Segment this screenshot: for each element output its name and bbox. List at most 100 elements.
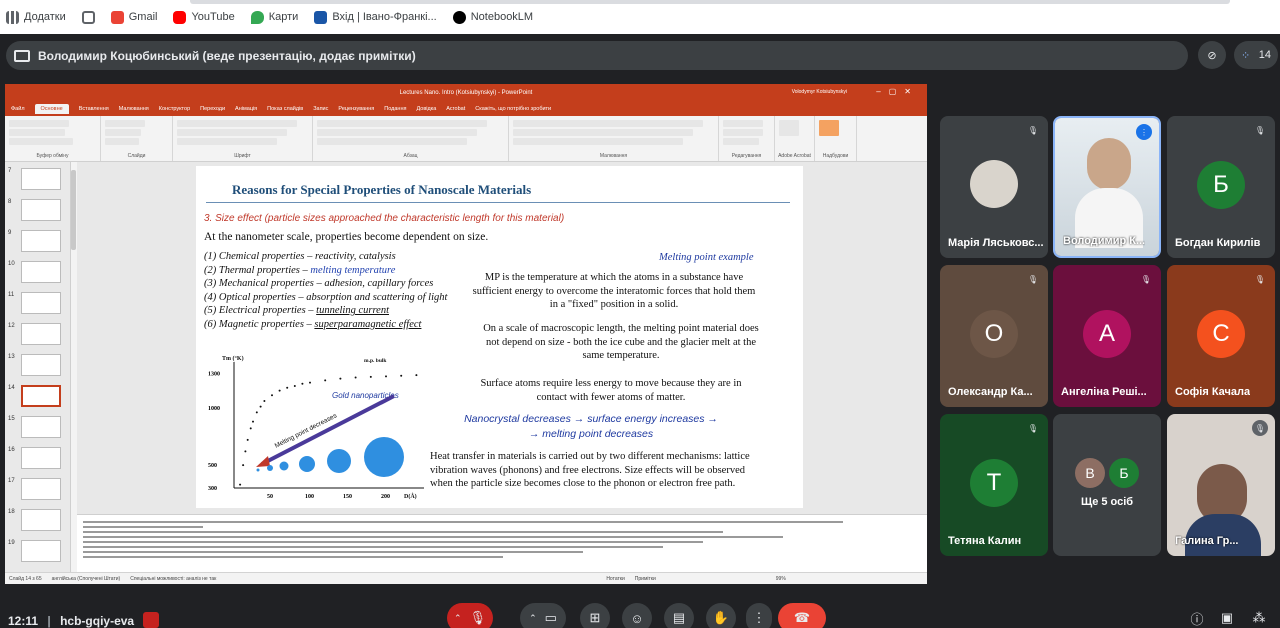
maps-icon	[250, 10, 264, 24]
participant-tile[interactable]: С 🎙 Софія Качала	[1167, 265, 1275, 407]
bookmark-ivano-frankivsk[interactable]: Вхід | Івано-Франкі...	[314, 10, 437, 24]
tell-me-search[interactable]: Скажіть, що потрібно зробити	[475, 106, 551, 112]
activities-icon: ⁂	[1252, 610, 1266, 625]
bookmark-maps[interactable]: Карти	[250, 10, 298, 24]
slide-thumbnail[interactable]	[21, 230, 61, 252]
participant-tile[interactable]: Б 🎙 Богдан Кирилів	[1167, 116, 1275, 258]
slide-thumbnail[interactable]	[21, 416, 61, 438]
thumbnail-number: 11	[8, 292, 15, 298]
slide-thumbnail[interactable]	[21, 168, 61, 190]
reactions-button[interactable]: ☺	[622, 603, 652, 628]
participant-tile[interactable]: Т 🎙 Тетяна Калин	[940, 414, 1048, 556]
leave-call-button[interactable]: ☎	[778, 603, 826, 628]
bookmark-apps[interactable]: Додатки	[6, 10, 66, 24]
participant-tile[interactable]: 🎙 Галина Гр...	[1167, 414, 1275, 556]
thumbnail-scrollbar[interactable]	[71, 170, 76, 250]
data-point	[246, 438, 249, 441]
slide-thumbnail[interactable]	[21, 478, 61, 500]
chevron-up-icon: ⌃	[453, 612, 462, 623]
more-vert-icon: ⋮	[752, 610, 766, 625]
thumbnail-number: 8	[8, 199, 12, 205]
ppt-user: Volodymyr Kotsiubynskyi	[791, 89, 847, 95]
participant-tile[interactable]: О 🎙 Олександр Ка...	[940, 265, 1048, 407]
participant-tile-active[interactable]: ⋮ Володимир К...	[1053, 116, 1161, 258]
youtube-icon	[173, 10, 187, 24]
tab-record[interactable]: Запис	[313, 106, 328, 112]
x-tick-label: 50	[267, 494, 273, 500]
avatar: Б	[1109, 458, 1139, 488]
activities-button[interactable]: ⁂	[1244, 603, 1274, 628]
notes-toggle[interactable]: Нотатки	[606, 576, 624, 582]
accessibility-status[interactable]: Спеціальні можливості: аналіз не так	[130, 576, 216, 582]
slide-thumbnail[interactable]	[21, 261, 61, 283]
stop-presentation-button[interactable]: ⊘	[1198, 41, 1226, 69]
chat-button[interactable]: ▣	[1212, 603, 1242, 628]
slide-thumbnail[interactable]	[21, 540, 61, 562]
macroscopic-note: On a scale of macroscopic length, the me…	[483, 323, 759, 361]
zoom-level[interactable]: 99%	[776, 576, 786, 582]
property-line: (3) Mechanical properties – adhesion, ca…	[204, 278, 434, 290]
bookmark-notebooklm[interactable]: NotebookLM	[452, 10, 533, 24]
particle	[256, 468, 260, 472]
captions-button[interactable]: ▤	[664, 603, 694, 628]
window-controls[interactable]: –▢✕	[876, 87, 919, 96]
data-point	[255, 411, 258, 414]
slide-thumbnail[interactable]	[21, 385, 61, 407]
tab-strip-edge	[190, 0, 1230, 4]
camera-toggle-button[interactable]: ⌃ ▭	[520, 603, 566, 628]
slide-thumbnail[interactable]	[21, 323, 61, 345]
tab-view[interactable]: Подання	[384, 106, 406, 112]
bookmark-youtube[interactable]: YouTube	[173, 10, 235, 24]
meeting-code: hcb-gqiy-eva	[60, 614, 135, 628]
ribbon-group-drawing: Малювання	[509, 116, 719, 161]
ribbon-group-editing: Редагування	[719, 116, 775, 161]
tab-draw[interactable]: Малювання	[119, 106, 149, 112]
particle	[279, 461, 289, 471]
data-point	[278, 389, 281, 392]
participant-tile[interactable]: А 🎙 Ангеліна Реші...	[1053, 265, 1161, 407]
arrow-head	[256, 456, 270, 467]
mic-off-icon: 🎙	[1027, 274, 1039, 284]
more-options-button[interactable]: ⋮	[746, 603, 772, 628]
data-point	[339, 377, 342, 380]
tab-acrobat[interactable]: Acrobat	[446, 106, 465, 112]
melting-point-heading: Melting point example	[659, 252, 754, 263]
avatar: С	[1197, 310, 1245, 358]
tab-home[interactable]: Основне	[34, 104, 69, 114]
tab-design[interactable]: Конструктор	[159, 106, 190, 112]
ppt-titlebar: Lectures Nano. Intro (Kotsiubynskyi) - P…	[5, 84, 927, 102]
speaker-notes[interactable]	[77, 514, 927, 572]
data-point	[271, 394, 273, 397]
more-participants-tile[interactable]: В Б Ще 5 осіб	[1053, 414, 1161, 556]
comments-toggle[interactable]: Примітки	[635, 576, 656, 582]
x-tick-label: 200	[381, 494, 390, 500]
slide-thumbnail[interactable]	[21, 509, 61, 531]
slide-thumbnail[interactable]	[21, 199, 61, 221]
presenter-text: Володимир Коцюбинський (веде презентацію…	[38, 48, 416, 63]
tab-help[interactable]: Довідка	[416, 106, 436, 112]
mic-off-icon: 🎙	[1254, 274, 1266, 284]
slide-thumbnail[interactable]	[21, 447, 61, 469]
chat-icon: ▣	[1220, 610, 1234, 625]
slide-thumbnail[interactable]	[21, 292, 61, 314]
present-button[interactable]: ⊞	[580, 603, 610, 628]
bookmark-grid[interactable]	[81, 10, 95, 24]
meeting-info: 12:11 | hcb-gqiy-eva	[8, 612, 160, 628]
meeting-details-button[interactable]: ⓘ	[1182, 603, 1212, 628]
participant-tile[interactable]: 🎙 Марія Ляськовс...	[940, 116, 1048, 258]
tab-transitions[interactable]: Переходи	[200, 106, 225, 112]
y-tick-label: 300	[208, 486, 217, 492]
tab-slideshow[interactable]: Показ слайдів	[267, 106, 303, 112]
language-status[interactable]: англійська (Сполучені Штати)	[52, 576, 121, 582]
tab-insert[interactable]: Вставлення	[79, 106, 109, 112]
participants-button[interactable]: ⁘ 14	[1234, 41, 1278, 69]
bookmark-gmail[interactable]: Gmail	[110, 10, 157, 24]
ribbon-group-paragraph: Абзац	[313, 116, 509, 161]
tab-animations[interactable]: Анімація	[235, 106, 257, 112]
tab-review[interactable]: Рецензування	[338, 106, 374, 112]
speaking-indicator-icon: ⋮	[1136, 124, 1152, 140]
mic-toggle-button[interactable]: ⌃ 🎙	[447, 603, 493, 628]
slide-thumbnail[interactable]	[21, 354, 61, 376]
tab-file[interactable]: Файл	[11, 106, 25, 112]
raise-hand-button[interactable]: ✋	[706, 603, 736, 628]
